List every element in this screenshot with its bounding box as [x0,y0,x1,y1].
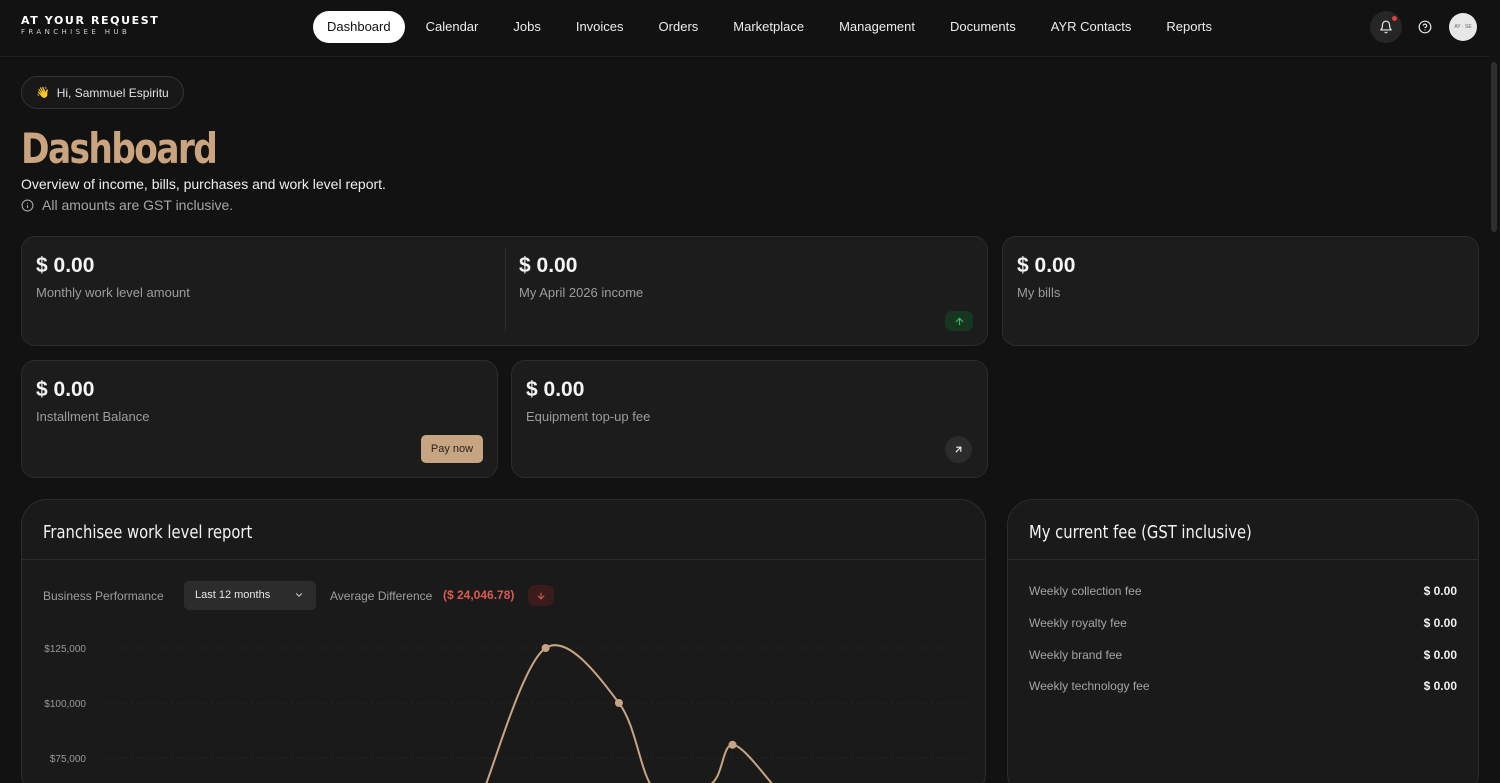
header-divider [0,56,1500,57]
nav-item-jobs[interactable]: Jobs [499,11,554,43]
wave-icon: 👋 [36,87,50,99]
notifications-button[interactable] [1370,11,1402,43]
fee-row-technology: Weekly technology fee $ 0.00 [1029,679,1457,699]
average-difference-value: ($ 24,046.78) [443,588,515,602]
installment-amount: $ 0.00 [36,378,95,401]
nav-item-reports[interactable]: Reports [1152,11,1226,43]
income-amount: $ 0.00 [519,254,578,277]
work-income-card: $ 0.00 Monthly work level amount $ 0.00 … [21,236,988,346]
current-fee-title: My current fee (GST inclusive) [1029,522,1252,543]
bills-amount: $ 0.00 [1017,254,1076,277]
work-level-report-panel: Franchisee work level report Business Pe… [21,499,986,783]
nav-item-calendar[interactable]: Calendar [412,11,493,43]
greeting-chip: 👋 Hi, Sammuel Espiritu [21,76,184,109]
card-divider [505,249,506,331]
gst-note: All amounts are GST inclusive. [21,197,233,213]
equipment-amount: $ 0.00 [526,378,585,401]
brand-tagline: FRANCHISEE HUB [21,28,131,36]
fee-label: Weekly technology fee [1029,679,1150,693]
bills-label: My bills [1017,285,1061,300]
gst-note-text: All amounts are GST inclusive. [42,197,234,213]
equipment-card: $ 0.00 Equipment top-up fee [511,360,988,478]
nav-item-documents[interactable]: Documents [936,11,1030,43]
top-bar: AT YOUR REQUEST FRANCHISEE HUB Dashboard… [0,0,1500,56]
fee-value: $ 0.00 [1423,584,1457,598]
installment-label: Installment Balance [36,409,150,424]
fee-row-collection: Weekly collection fee $ 0.00 [1029,584,1457,604]
business-performance-label: Business Performance [43,589,164,603]
data-point[interactable] [541,644,550,652]
income-trend-badge [945,311,973,331]
period-select[interactable]: Last 12 months [184,581,316,610]
brand-name: AT YOUR REQUEST [21,14,160,27]
work-level-report-title: Franchisee work level report [43,522,253,543]
work-level-amount: $ 0.00 [36,254,95,277]
fee-value: $ 0.00 [1423,648,1457,662]
average-trend-badge [528,585,554,606]
brand-logo[interactable]: AT YOUR REQUEST FRANCHISEE HUB [21,14,159,36]
series-line [485,644,773,783]
page-subtitle: Overview of income, bills, purchases and… [21,176,386,192]
nav-item-marketplace[interactable]: Marketplace [719,11,818,43]
fee-row-brand: Weekly brand fee $ 0.00 [1029,648,1457,668]
data-point[interactable] [614,699,623,707]
bell-icon [1380,20,1392,34]
average-difference-label: Average Difference [330,589,433,603]
panel-divider [1008,559,1478,560]
bills-card: $ 0.00 My bills [1002,236,1479,346]
fee-value: $ 0.00 [1423,679,1457,693]
help-circle-icon [1418,20,1432,34]
nav-item-dashboard[interactable]: Dashboard [313,11,405,43]
notification-badge [1392,16,1397,21]
performance-chart: $125,000 $100,000 $75,000 [44,644,967,783]
chevron-down-icon [295,593,303,597]
nav-item-management[interactable]: Management [825,11,929,43]
nav-item-invoices[interactable]: Invoices [562,11,638,43]
info-icon [21,199,34,211]
data-point[interactable] [728,740,737,749]
scrollbar-thumb[interactable] [1491,62,1497,232]
y-tick-label: $125,000 [44,644,86,655]
help-button[interactable] [1409,11,1441,43]
installment-card: $ 0.00 Installment Balance Pay now [21,360,498,478]
fee-row-royalty: Weekly royalty fee $ 0.00 [1029,616,1457,636]
main-nav: Dashboard Calendar Jobs Invoices Orders … [313,11,1233,43]
pay-now-button[interactable]: Pay now [421,435,483,463]
arrow-up-right-icon [955,446,962,453]
nav-item-ayr-contacts[interactable]: AYR Contacts [1037,11,1146,43]
y-tick-label: $100,000 [44,699,86,710]
greeting-text: Hi, Sammuel Espiritu [56,85,169,100]
period-select-value: Last 12 months [195,589,271,601]
nav-item-orders[interactable]: Orders [645,11,713,43]
equipment-open-button[interactable] [945,436,972,463]
equipment-label: Equipment top-up fee [526,409,651,424]
fee-label: Weekly brand fee [1029,648,1123,662]
fee-label: Weekly royalty fee [1029,616,1127,630]
arrow-up-icon [955,317,963,325]
y-tick-label: $75,000 [50,754,87,765]
avatar[interactable]: AY · SE [1449,13,1477,41]
fee-value: $ 0.00 [1423,616,1457,630]
panel-divider [22,559,985,560]
fee-label: Weekly collection fee [1029,584,1142,598]
page-title: Dashboard [21,124,218,173]
work-level-label: Monthly work level amount [36,285,190,300]
arrow-down-icon [537,592,545,599]
income-label: My April 2026 income [519,285,644,300]
current-fee-panel: My current fee (GST inclusive) Weekly co… [1007,499,1479,783]
